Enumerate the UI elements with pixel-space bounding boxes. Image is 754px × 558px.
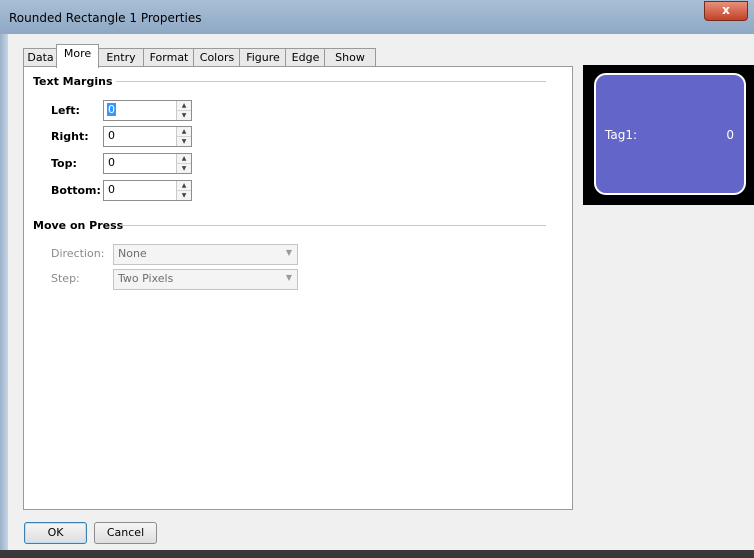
chevron-down-icon: ▼ (285, 248, 292, 257)
stepper-buttons: ▲ ▼ (176, 101, 191, 120)
tab-more[interactable]: More (56, 44, 99, 68)
right-margin-label: Right: (51, 130, 89, 143)
tab-data[interactable]: Data (23, 48, 58, 67)
tab-entry[interactable]: Entry (97, 48, 145, 67)
move-on-press-heading: Move on Press (33, 219, 124, 232)
tab-colors[interactable]: Colors (193, 48, 241, 67)
spin-up-icon[interactable]: ▲ (177, 101, 191, 111)
left-margin-stepper[interactable]: 0 ▲ ▼ (103, 100, 192, 121)
spin-up-icon[interactable]: ▲ (177, 181, 191, 191)
rounded-rectangle-preview: Tag1: 0 (594, 73, 746, 195)
preview-tag-value: 0 (726, 128, 734, 142)
properties-dialog: Rounded Rectangle 1 Properties x Data Mo… (0, 0, 754, 558)
stepper-buttons: ▲ ▼ (176, 154, 191, 173)
preview-tag-label: Tag1: (605, 128, 637, 142)
spin-down-icon[interactable]: ▼ (177, 191, 191, 200)
spin-up-icon[interactable]: ▲ (177, 127, 191, 137)
step-value: Two Pixels (118, 272, 174, 285)
tab-show[interactable]: Show (324, 48, 376, 67)
bottom-margin-stepper[interactable]: 0 ▲ ▼ (103, 180, 192, 201)
tab-figure[interactable]: Figure (239, 48, 287, 67)
ok-button[interactable]: OK (24, 522, 87, 544)
close-button[interactable]: x (704, 1, 748, 21)
left-margin-value[interactable]: 0 (107, 103, 116, 116)
section-divider (120, 225, 546, 226)
bottom-margin-label: Bottom: (51, 184, 101, 197)
tab-format[interactable]: Format (143, 48, 195, 67)
dialog-client: Data More Entry Format Colors Figure Edg… (8, 34, 754, 550)
stepper-buttons: ▲ ▼ (176, 181, 191, 200)
window-bottom-edge (0, 550, 754, 558)
direction-label: Direction: (51, 247, 105, 260)
top-margin-label: Top: (51, 157, 77, 170)
right-margin-stepper[interactable]: 0 ▲ ▼ (103, 126, 192, 147)
stepper-buttons: ▲ ▼ (176, 127, 191, 146)
tab-edge[interactable]: Edge (285, 48, 326, 67)
spin-down-icon[interactable]: ▼ (177, 111, 191, 120)
step-label: Step: (51, 272, 80, 285)
bottom-margin-value[interactable]: 0 (108, 183, 115, 196)
text-margins-heading: Text Margins (33, 75, 113, 88)
tab-panel-more: Text Margins Left: 0 ▲ ▼ Right: 0 ▲ ▼ To… (23, 66, 573, 510)
direction-select[interactable]: None ▼ (113, 244, 298, 265)
step-select[interactable]: Two Pixels ▼ (113, 269, 298, 290)
chevron-down-icon: ▼ (285, 273, 292, 282)
section-divider (116, 81, 546, 82)
top-margin-stepper[interactable]: 0 ▲ ▼ (103, 153, 192, 174)
top-margin-value[interactable]: 0 (108, 156, 115, 169)
left-margin-label: Left: (51, 104, 80, 117)
window-frame (0, 34, 8, 550)
right-margin-value[interactable]: 0 (108, 129, 115, 142)
spin-down-icon[interactable]: ▼ (177, 164, 191, 173)
cancel-button[interactable]: Cancel (94, 522, 157, 544)
direction-value: None (118, 247, 147, 260)
preview-pane: Tag1: 0 (583, 65, 754, 205)
spin-down-icon[interactable]: ▼ (177, 137, 191, 146)
title-bar[interactable]: Rounded Rectangle 1 Properties x (0, 0, 754, 35)
spin-up-icon[interactable]: ▲ (177, 154, 191, 164)
window-title: Rounded Rectangle 1 Properties (9, 11, 202, 25)
